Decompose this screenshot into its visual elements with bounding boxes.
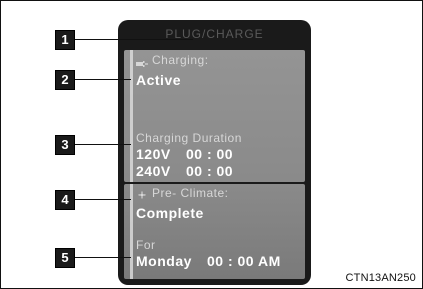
figure-frame: PLUG/CHARGE Charging: Active Charging Du… bbox=[0, 0, 423, 289]
charging-panel[interactable]: Charging: Active Charging Duration 120V … bbox=[124, 50, 305, 182]
callout-5: 5 bbox=[55, 248, 75, 268]
figure-caption: CTN13AN250 bbox=[345, 272, 416, 284]
screen-header: PLUG/CHARGE bbox=[165, 27, 264, 41]
leader-line-4 bbox=[75, 199, 131, 200]
fan-icon bbox=[136, 188, 148, 206]
plug-icon bbox=[136, 55, 148, 73]
preclimate-status: Complete bbox=[136, 205, 204, 221]
charging-duration-label: Charging Duration bbox=[136, 131, 242, 145]
preclimate-time: 00 : 00 AM bbox=[207, 253, 281, 269]
preclimate-panel[interactable]: Pre- Climate: Complete For Monday 00 : 0… bbox=[124, 184, 305, 279]
callout-4: 4 bbox=[55, 190, 75, 210]
charging-label: Charging: bbox=[152, 53, 209, 67]
callout-3: 3 bbox=[55, 135, 75, 155]
preclimate-label: Pre- Climate: bbox=[152, 186, 229, 200]
charging-120v-label: 120V bbox=[136, 146, 171, 162]
leader-line-2 bbox=[75, 79, 131, 80]
leader-line-3 bbox=[75, 144, 131, 145]
charging-240v-label: 240V bbox=[136, 163, 171, 179]
leader-line-5 bbox=[75, 257, 131, 258]
panel-accent-bar bbox=[130, 50, 133, 182]
callout-2: 2 bbox=[55, 70, 75, 90]
leader-line-1 bbox=[75, 39, 193, 40]
charging-status: Active bbox=[136, 72, 182, 88]
preclimate-day: Monday bbox=[136, 253, 192, 269]
preclimate-for-label: For bbox=[136, 238, 156, 252]
charging-240v-time: 00 : 00 bbox=[186, 163, 234, 179]
display-screen: PLUG/CHARGE Charging: Active Charging Du… bbox=[118, 20, 311, 285]
charging-120v-time: 00 : 00 bbox=[186, 146, 234, 162]
callout-1: 1 bbox=[55, 30, 75, 50]
